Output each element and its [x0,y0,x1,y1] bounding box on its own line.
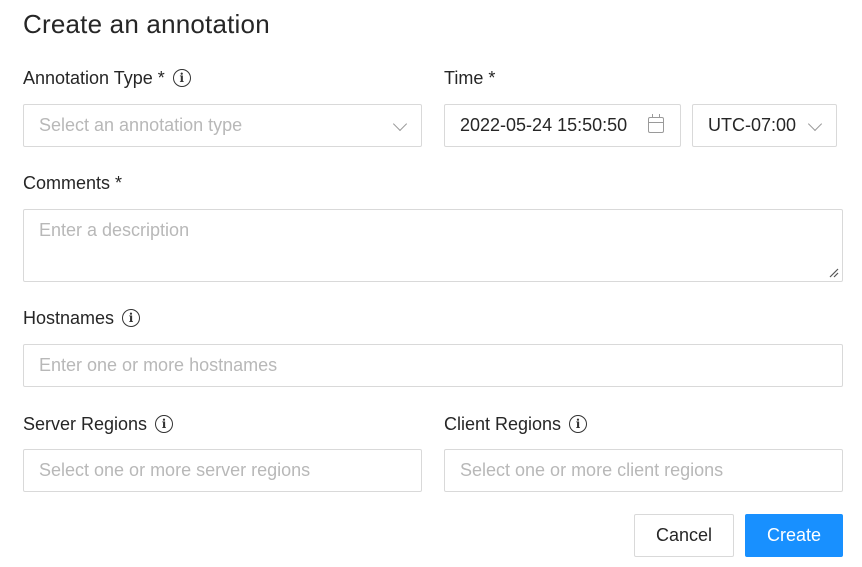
calendar-icon [648,113,664,133]
info-icon[interactable]: i [172,69,191,87]
timezone-value: UTC-07:00 [708,115,797,135]
timezone-select[interactable]: UTC-07:00 [692,104,837,147]
annotation-type-label: Annotation Type * [23,67,165,88]
time-label-group: Time * [444,66,495,90]
comments-placeholder: Enter a description [39,220,190,240]
chevron-down-icon [392,116,408,131]
server-regions-select[interactable]: Select one or more server regions [23,449,422,492]
resize-handle-icon[interactable] [829,268,839,278]
hostnames-label: Hostnames [23,307,115,328]
create-button[interactable]: Create [745,514,843,557]
comments-textarea[interactable]: Enter a description [23,209,843,282]
datetime-picker[interactable]: 2022-05-24 15:50:50 [444,104,681,147]
time-label: Time * [444,67,496,88]
annotation-type-select[interactable]: Select an annotation type [23,104,422,147]
client-regions-label-group: Client Regions i [444,412,588,436]
dialog-title: Create an annotation [23,9,270,39]
client-regions-select[interactable]: Select one or more client regions [444,449,843,492]
server-regions-placeholder: Select one or more server regions [39,460,311,480]
client-regions-placeholder: Select one or more client regions [460,460,724,480]
info-icon[interactable]: i [155,415,174,433]
annotation-type-placeholder: Select an annotation type [39,115,243,135]
server-regions-label: Server Regions [23,413,148,434]
client-regions-label: Client Regions [444,413,562,434]
server-regions-label-group: Server Regions i [23,412,174,436]
info-icon[interactable]: i [122,309,141,327]
cancel-button[interactable]: Cancel [634,514,734,557]
hostnames-input[interactable]: Enter one or more hostnames [23,344,843,387]
info-icon[interactable]: i [569,415,588,433]
chevron-down-icon [807,116,823,131]
hostnames-placeholder: Enter one or more hostnames [39,355,278,375]
comments-label: Comments * [23,172,123,193]
annotation-type-label-group: Annotation Type * i [23,66,191,90]
hostnames-label-group: Hostnames i [23,306,141,330]
comments-label-group: Comments * [23,171,122,195]
datetime-value: 2022-05-24 15:50:50 [460,115,628,135]
